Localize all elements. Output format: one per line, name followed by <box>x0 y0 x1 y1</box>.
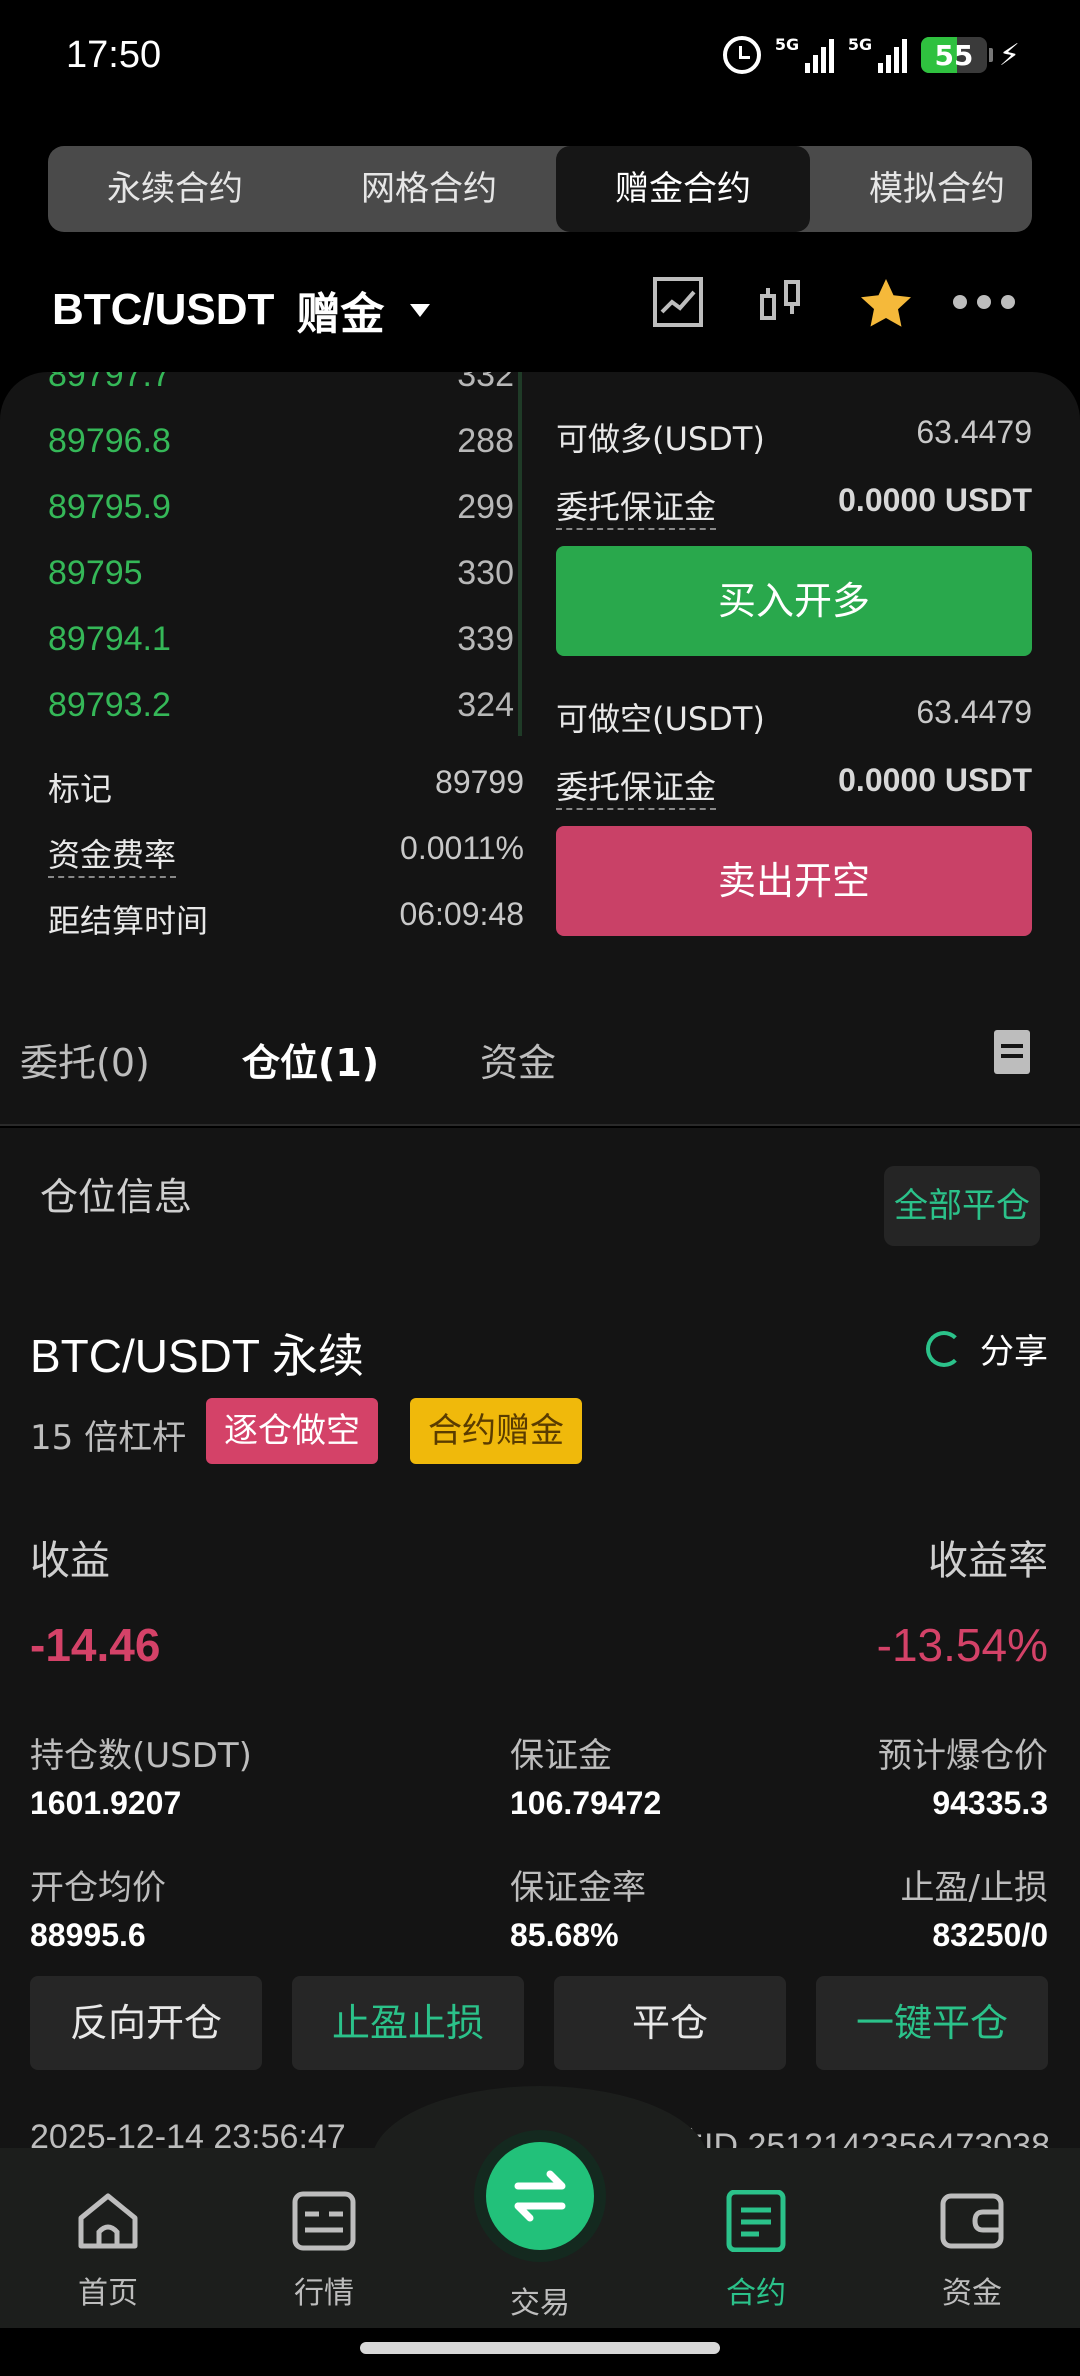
position-mode-badge: 逐仓做空 <box>206 1398 378 1464</box>
candlestick-icon[interactable] <box>758 274 804 330</box>
orderbook-row[interactable]: 89795.9 299 <box>48 488 514 554</box>
status-icons: 5G 5G 55 ⚡ <box>722 35 1020 74</box>
buy-long-button[interactable]: 买入开多 <box>556 546 1032 656</box>
tab-assets[interactable]: 资金 <box>480 1032 556 1087</box>
pnl-value: -14.46 <box>30 1619 161 1671</box>
leverage-label: 15 倍杠杆 <box>30 1418 187 1458</box>
pair-tag: 赠金 <box>296 290 385 339</box>
nav-home[interactable]: 首页 <box>38 2190 178 2312</box>
favorite-star-icon[interactable] <box>856 274 916 334</box>
reverse-position-button[interactable]: 反向开仓 <box>30 1976 262 2070</box>
tab-bonus[interactable]: 赠金合约 <box>556 146 810 232</box>
battery-icon: 55 ⚡ <box>920 37 1020 73</box>
nav-trade-label[interactable]: 交易 <box>470 2278 610 2322</box>
nav-trade-button[interactable] <box>486 2142 594 2250</box>
pnl-label: 收益 <box>30 1538 110 1584</box>
document-icon[interactable] <box>994 1030 1030 1074</box>
close-all-button[interactable]: 全部平仓 <box>884 1166 1040 1246</box>
margin-ratio-stat: 保证金率 85.68% <box>510 1868 646 1953</box>
roe-label: 收益率 <box>928 1538 1048 1584</box>
tab-demo[interactable]: 模拟合约 <box>810 146 1032 232</box>
bonus-badge: 合约赠金 <box>410 1398 582 1464</box>
liquidation-price-stat: 预计爆仓价 94335.3 <box>878 1736 1048 1821</box>
contract-icon <box>726 2189 786 2253</box>
orderbook-row[interactable]: 89795 330 <box>48 554 514 620</box>
position-card: 仓位信息 全部平仓 BTC/USDT 永续 分享 15 倍杠杆 逐仓做空 合约赠… <box>0 1128 1080 2165</box>
position-size-stat: 持仓数(USDT) 1601.9207 <box>30 1736 252 1821</box>
market-icon <box>292 2191 356 2251</box>
quick-close-button[interactable]: 一键平仓 <box>816 1976 1048 2070</box>
position-header: 仓位信息 <box>40 1175 193 1219</box>
share-button[interactable]: 分享 <box>926 1324 1048 1373</box>
charging-icon: ⚡ <box>998 37 1020 73</box>
sell-short-button[interactable]: 卖出开空 <box>556 826 1032 936</box>
contract-type-tabs: 永续合约 网格合约 赠金合约 模拟合约 <box>48 146 1032 232</box>
orderbook-row[interactable]: 89797.7 332 <box>48 372 514 422</box>
available-short-row: 可做空(USDT) 63.4479 <box>556 694 1032 738</box>
roe-value: -13.54% <box>876 1619 1048 1671</box>
home-icon <box>78 2193 138 2249</box>
wallet-icon <box>940 2193 1004 2249</box>
orderbook: 89797.7 332 89796.8 288 89795.9 299 89795 33… <box>48 372 514 740</box>
nav-assets[interactable]: 资金 <box>902 2190 1042 2312</box>
alarm-icon <box>722 36 761 74</box>
section-tabs: 委托(0) 仓位(1) 资金 <box>0 992 1080 1126</box>
tp-sl-stat: 止盈/止损 83250/0 <box>900 1868 1048 1953</box>
signal-icon: 5G <box>775 35 834 73</box>
trade-form: 可做多(USDT) 63.4479 委托保证金 0.0000 USDT 买入开多 可… <box>556 414 1032 936</box>
order-margin-row[interactable]: 委托保证金 0.0000 USDT <box>556 482 1032 542</box>
funding-rate-row[interactable]: 资金费率 0.0011% <box>48 830 524 890</box>
mark-price-row: 标记 89799 <box>48 764 524 808</box>
header-actions <box>650 274 1030 340</box>
status-time: 17:50 <box>66 34 162 76</box>
available-long-row: 可做多(USDT) 63.4479 <box>556 414 1032 458</box>
signal-icon: 5G <box>848 35 907 73</box>
tp-sl-button[interactable]: 止盈止损 <box>292 1976 524 2070</box>
close-position-button[interactable]: 平仓 <box>554 1976 786 2070</box>
swap-icon <box>514 2170 566 2222</box>
position-title: BTC/USDT 永续 <box>30 1330 364 1382</box>
more-icon[interactable] <box>950 290 1020 314</box>
orderbook-row[interactable]: 89793.2 324 <box>48 686 514 740</box>
margin-stat: 保证金 106.79472 <box>510 1736 662 1821</box>
chevron-down-icon <box>410 303 431 317</box>
entry-price-stat: 开仓均价 88995.6 <box>30 1868 166 1953</box>
orderbook-row[interactable]: 89794.1 339 <box>48 620 514 686</box>
pair-symbol: BTC/USDT <box>52 285 275 334</box>
tab-grid[interactable]: 网格合约 <box>302 146 556 232</box>
settlement-time-row: 距结算时间 06:09:48 <box>48 896 524 940</box>
tab-positions[interactable]: 仓位(1) <box>242 1032 379 1087</box>
orderbook-row[interactable]: 89796.8 288 <box>48 422 514 488</box>
tab-orders[interactable]: 委托(0) <box>20 1032 150 1087</box>
home-indicator[interactable] <box>360 2342 720 2354</box>
chart-icon[interactable] <box>650 274 706 330</box>
orderbook-depth-bar <box>518 372 522 736</box>
nav-contract[interactable]: 合约 <box>686 2189 826 2312</box>
nav-market[interactable]: 行情 <box>254 2190 394 2312</box>
order-margin-row[interactable]: 委托保证金 0.0000 USDT <box>556 762 1032 822</box>
status-bar: 17:50 5G 5G 55 ⚡ <box>0 0 1080 120</box>
tab-perpetual[interactable]: 永续合约 <box>48 146 302 232</box>
share-icon <box>926 1330 962 1367</box>
pair-selector[interactable]: BTC/USDT 赠金 <box>52 278 431 342</box>
